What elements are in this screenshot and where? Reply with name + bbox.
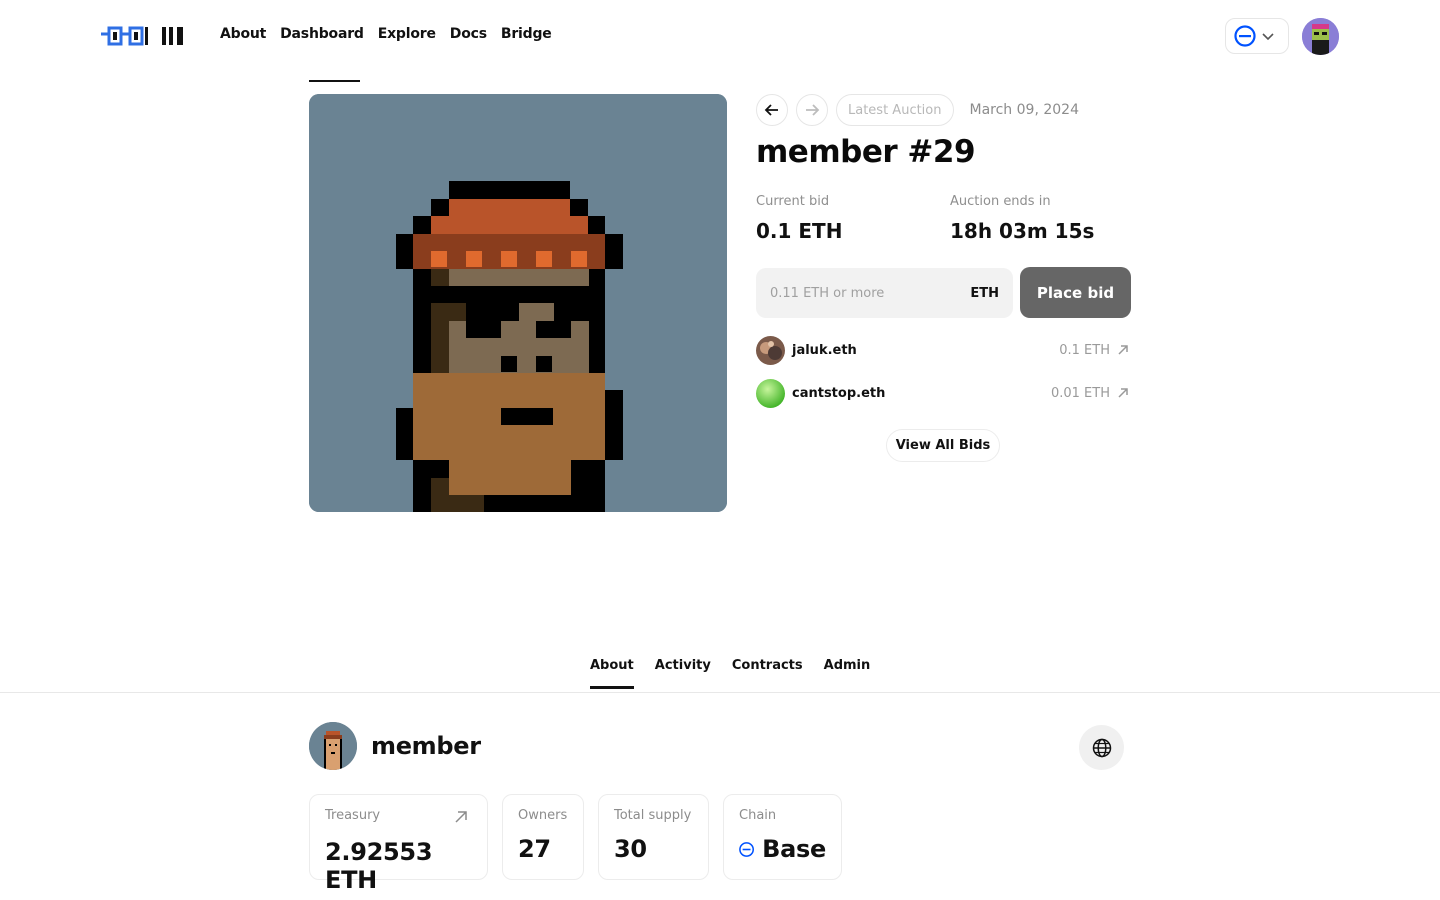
- nav-dashboard[interactable]: Dashboard: [280, 26, 364, 42]
- current-bid-value: 0.1 ETH: [756, 219, 843, 243]
- arrow-up-right-icon[interactable]: [453, 809, 469, 825]
- user-avatar[interactable]: [1302, 18, 1339, 55]
- nav-explore[interactable]: Explore: [378, 26, 436, 42]
- prev-token-button[interactable]: [756, 94, 788, 126]
- total-supply-card: Total supply 30: [598, 794, 709, 880]
- bid-amount: 0.01 ETH: [1050, 385, 1110, 401]
- arrow-up-right-icon[interactable]: [1116, 386, 1130, 400]
- chain-value: Base: [762, 835, 826, 863]
- chain-value-row: Base: [739, 835, 826, 863]
- bidder-avatar: [756, 378, 785, 408]
- base-chain-icon: [1234, 25, 1256, 47]
- tab-admin[interactable]: Admin: [824, 658, 871, 689]
- chain-card: Chain Base: [723, 794, 842, 880]
- bid-list-item[interactable]: jaluk.eth 0.1 ETH: [756, 335, 1130, 365]
- auction-countdown: 18h 03m 15s: [950, 219, 1095, 243]
- token-title: member #29: [756, 134, 976, 170]
- place-bid-button[interactable]: Place bid: [1020, 267, 1131, 318]
- dao-name: member: [371, 732, 481, 760]
- bid-amount-input[interactable]: 0.11 ETH or more ETH: [756, 268, 1013, 318]
- chain-label: Chain: [739, 808, 777, 823]
- main-nav: About Dashboard Explore Docs Bridge: [220, 26, 566, 42]
- dao-avatar: [309, 722, 357, 770]
- total-supply-value: 30: [614, 835, 647, 863]
- view-all-bids-button[interactable]: View All Bids: [886, 429, 1000, 462]
- nav-bridge[interactable]: Bridge: [501, 26, 552, 42]
- tab-contracts[interactable]: Contracts: [732, 658, 803, 689]
- token-artwork: [309, 94, 727, 512]
- bidder-avatar: [756, 335, 785, 365]
- nav-about[interactable]: About: [220, 26, 266, 42]
- total-supply-label: Total supply: [614, 808, 692, 823]
- treasury-value: 2.92553 ETH: [325, 838, 433, 894]
- owners-label: Owners: [518, 808, 568, 823]
- next-token-button[interactable]: [796, 94, 828, 126]
- tab-activity[interactable]: Activity: [655, 658, 711, 689]
- nav-docs[interactable]: Docs: [450, 26, 487, 42]
- bid-list-item[interactable]: cantstop.eth 0.01 ETH: [756, 378, 1130, 408]
- tab-about[interactable]: About: [590, 658, 634, 689]
- bid-input-unit: ETH: [970, 285, 999, 301]
- tabs-divider: [0, 692, 1440, 693]
- top-divider: [309, 80, 360, 82]
- owners-card: Owners 27: [502, 794, 584, 880]
- latest-auction-button[interactable]: Latest Auction: [836, 94, 954, 126]
- current-bid-label: Current bid: [756, 194, 830, 209]
- owners-value: 27: [518, 835, 551, 863]
- logo[interactable]: [100, 24, 186, 48]
- globe-icon: [1092, 738, 1111, 757]
- auction-date: March 09, 2024: [969, 102, 1079, 118]
- arrow-up-right-icon[interactable]: [1116, 343, 1130, 357]
- bidder-name: cantstop.eth: [792, 385, 886, 401]
- auction-nav: Latest Auction March 09, 2024: [756, 94, 1079, 126]
- treasury-label: Treasury: [325, 808, 381, 823]
- bidder-name: jaluk.eth: [792, 342, 857, 358]
- header: About Dashboard Explore Docs Bridge: [0, 0, 1440, 72]
- arrow-left-icon: [764, 104, 778, 116]
- arrow-right-icon: [806, 104, 820, 116]
- bid-amount: 0.1 ETH: [1059, 342, 1110, 358]
- chain-selector[interactable]: [1225, 18, 1289, 54]
- auction-ends-label: Auction ends in: [950, 194, 1051, 209]
- website-button[interactable]: [1079, 725, 1124, 770]
- bid-input-placeholder: 0.11 ETH or more: [770, 285, 885, 301]
- section-tabs: About Activity Contracts Admin: [590, 658, 891, 689]
- chevron-down-icon: [1262, 33, 1274, 41]
- treasury-card[interactable]: Treasury 2.92553 ETH: [309, 794, 488, 894]
- base-chain-icon: [739, 841, 754, 857]
